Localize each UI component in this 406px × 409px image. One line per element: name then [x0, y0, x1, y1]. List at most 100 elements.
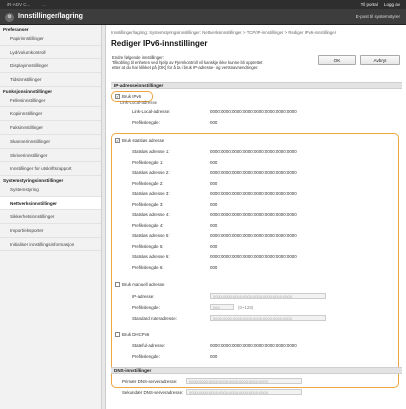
sidebar-item-paper[interactable]: Papirinnstillinger [0, 32, 101, 46]
sidebar-group-functions: Funksjonsinnstillinger [3, 88, 53, 94]
stateless-label: Statsløs adresse 6: [132, 254, 170, 259]
portal-link[interactable]: Til portal [361, 2, 378, 7]
ok-button[interactable]: OK [318, 55, 356, 65]
stateless-label: Prefikslengde 6: [132, 264, 164, 270]
use-stateless-row: ✓ Bruk statsløs adresse [106, 136, 406, 146]
router-input[interactable]: 0000:0000:0000:0000:0000:0000:0000:0000 [210, 315, 326, 321]
use-manual-row: Bruk manuell adresse [106, 280, 406, 290]
stateless-row: Statsløs adresse 6: 0000:0000:0000:0000:0… [106, 252, 406, 262]
link-local-prefix-label: Prefikslengde: [132, 120, 160, 125]
primary-dns-row: Primær DNS-serveradresse: 0000:0000:0000… [106, 377, 406, 387]
stateless-label: Prefikslengde 2: [132, 180, 164, 186]
stateless-row: Statsløs adresse 2: 0000:0000:0000:0000:0… [106, 168, 406, 178]
sidebar-item-import-export[interactable]: Import/eksporter [0, 224, 101, 238]
top-bar: iR-ADV C... ... Til portal Logg av [0, 0, 406, 9]
router-label: Standard ruteradresse: [132, 316, 177, 321]
use-manual-label: Bruk manuell adresse [122, 282, 165, 287]
stateless-value: 000 [210, 222, 218, 228]
link-local-label: Link-Local-adresse: [132, 109, 171, 114]
stateless-value: 0000:0000:0000:0000:0000:0000:0000:0000 [210, 191, 297, 196]
use-manual-checkbox[interactable] [115, 282, 120, 287]
stateless-row: Prefikslengde 5: 000 [106, 242, 406, 252]
link-local-heading: Link-Local-adresse [120, 100, 158, 105]
stateless-row: Prefikslengde 6: 000 [106, 263, 406, 273]
sidebar-item-copy[interactable]: Kopiinnstillinger [0, 107, 101, 122]
main-panel: Innstillinger/lagring: Systemstyringsinn… [105, 25, 406, 409]
manual-prefix-row: Prefikslengde: 064 (0~128) [106, 303, 406, 313]
router-row: Standard ruteradresse: 0000:0000:0000:00… [106, 314, 406, 324]
manual-ip-label: IP-adresse: [132, 294, 155, 299]
stateful-row: Stateful-adresse: 0000:0000:0000:0000:00… [106, 341, 406, 351]
section-dns: DNS-innstillinger [111, 367, 402, 374]
use-dhcpv6-label: Bruk DHCPv6 [122, 332, 150, 337]
sidebar-item-scanner[interactable]: Skannerinnstillinger [0, 135, 101, 149]
stateless-row: Statsløs adresse 4: 0000:0000:0000:0000:0… [106, 210, 406, 220]
top-links: Til portal Logg av [356, 2, 400, 7]
stateless-value: 000 [210, 243, 218, 249]
sidebar-item-initialize[interactable]: Initialiser innstillingsinformasjon [0, 238, 101, 252]
sidebar-item-common[interactable]: Fellesinnstillinger [0, 94, 101, 108]
stateless-row: Prefikslengde 4: 000 [106, 221, 406, 231]
link-local-value: 0000:0000:0000:0000:0000:0000:0000:0000 [210, 109, 297, 114]
stateless-value: 0000:0000:0000:0000:0000:0000:0000:0000 [210, 149, 297, 154]
device-info: ... [42, 2, 46, 7]
sidebar-item-time[interactable]: Tidsinnstillinger [0, 73, 101, 87]
primary-dns-input[interactable]: 0000:0000:0000:0000:0000:0000:0000:0000 [186, 378, 302, 384]
link-local-row: Link-Local-adresse: 0000:0000:0000:0000:… [106, 107, 406, 117]
page-title: Rediger IPv6-innstillinger [111, 39, 208, 48]
stateless-label: Prefikslengde 1: [132, 159, 164, 165]
stateful-value: 0000:0000:0000:0000:0000:0000:0000:0000 [210, 343, 297, 348]
stateless-label: Statsløs adresse 4: [132, 212, 170, 217]
device-name: iR-ADV C... [7, 2, 31, 7]
note-line-3: etter at du har klikket på [OK] for å ta… [112, 65, 259, 70]
stateless-label: Statsløs adresse 5: [132, 233, 170, 238]
manual-prefix-hint: (0~128) [238, 305, 254, 310]
stateless-value: 0000:0000:0000:0000:0000:0000:0000:0000 [210, 254, 297, 259]
primary-dns-label: Primær DNS-serveradresse: [122, 379, 178, 384]
stateless-value: 000 [210, 201, 218, 207]
section-ip-address: IP-adresseinnstillinger [111, 82, 402, 89]
sidebar-item-system-management[interactable]: Systemstyring [0, 183, 101, 197]
sidebar-item-report[interactable]: Innstillinger for utskriftsrapport [0, 162, 101, 176]
stateless-label: Prefikslengde 4: [132, 222, 164, 228]
secondary-dns-label: Sekundær DNS-serveradresse: [122, 390, 184, 395]
stateless-label: Prefikslengde 3: [132, 201, 164, 207]
sidebar-item-security[interactable]: Sikkerhetsinnstillinger [0, 210, 101, 224]
use-dhcpv6-checkbox[interactable] [115, 332, 120, 337]
stateless-row: Statsløs adresse 1: 0000:0000:0000:0000:0… [106, 147, 406, 157]
manual-prefix-input[interactable]: 064 [210, 304, 234, 310]
stateless-row: Statsløs adresse 3: 0000:0000:0000:0000:0… [106, 189, 406, 199]
use-stateless-label: Bruk statsløs adresse [122, 138, 165, 143]
dhcp-prefix-row: Prefikslengde: 000 [106, 352, 406, 362]
stateless-label: Statsløs adresse 2: [132, 170, 170, 175]
sidebar-item-display[interactable]: Displayinnstillinger [0, 59, 101, 74]
link-local-prefix-row: Prefikslengde: 000 [106, 118, 406, 128]
sidebar-item-printer[interactable]: Skriverinnstillinger [0, 149, 101, 163]
stateless-value: 0000:0000:0000:0000:0000:0000:0000:0000 [210, 233, 297, 238]
settings-logo-icon: ⚙ [5, 13, 14, 22]
link-local-prefix-value: 000 [210, 120, 218, 125]
sidebar: Preferanser Papirinnstillinger Lyd/volum… [0, 25, 102, 409]
app-title: Innstillinger/lagring [18, 13, 83, 20]
stateless-row: Statsløs adresse 5: 0000:0000:0000:0000:0… [106, 231, 406, 241]
use-stateless-checkbox[interactable]: ✓ [115, 138, 120, 143]
stateless-label: Prefikslengde 5: [132, 243, 164, 249]
stateless-value: 0000:0000:0000:0000:0000:0000:0000:0000 [210, 170, 297, 175]
sidebar-group-system: Systemstyringsinnstillinger [3, 177, 64, 183]
sidebar-item-fax[interactable]: Faksinnstillinger [0, 121, 101, 135]
sidebar-item-sound[interactable]: Lyd/volumkontroll [0, 46, 101, 60]
dhcp-prefix-value: 000 [210, 354, 218, 359]
instruction-note: Endre følgende innstillinger: Tilkobling… [112, 55, 322, 70]
stateless-value: 000 [210, 180, 218, 186]
stateless-row: Prefikslengde 2: 000 [106, 179, 406, 189]
sidebar-group-preferences: Preferanser [3, 27, 29, 32]
sidebar-item-network[interactable]: Nettverksinnstillinger [0, 196, 101, 211]
stateless-row: Prefikslengde 1: 000 [106, 158, 406, 168]
manual-prefix-label: Prefikslengde: [132, 305, 160, 310]
manual-ip-input[interactable]: 0000:0000:0000:0000:0000:0000:0000:0000 [210, 293, 326, 299]
cancel-button[interactable]: Avbryt [360, 55, 400, 65]
secondary-dns-input[interactable]: 0000:0000:0000:0000:0000:0000:0000:0000 [186, 389, 302, 395]
stateless-value: 0000:0000:0000:0000:0000:0000:0000:0000 [210, 212, 297, 217]
logout-link[interactable]: Logg av [384, 2, 400, 7]
admin-email-link[interactable]: E-post til systemstyrer [356, 14, 400, 19]
